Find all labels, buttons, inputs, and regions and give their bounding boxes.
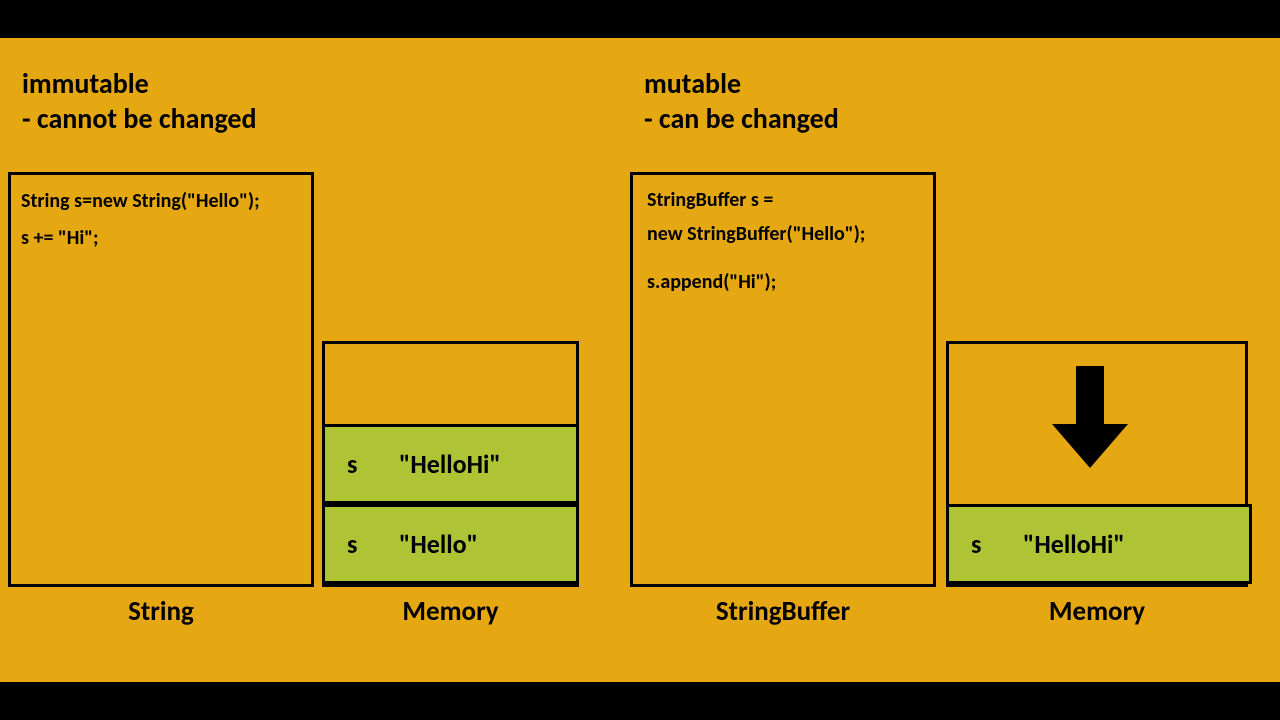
down-arrow-icon [1052,366,1128,468]
right-heading-line2: - can be changed [644,101,839,136]
right-code-box: StringBuffer s = new StringBuffer("Hello… [630,172,936,587]
right-code-line1: StringBuffer s = [647,183,919,217]
right-cell-val: "HelloHi" [1023,528,1125,560]
left-code-box: String s=new String("Hello"); s += "Hi"; [8,172,314,587]
left-cell2-var: s [347,528,371,560]
left-heading: immutable - cannot be changed [22,66,257,136]
right-code-line2: new StringBuffer("Hello"); [647,217,919,251]
right-memory-cell: s "HelloHi" [946,504,1252,584]
left-heading-line2: - cannot be changed [22,101,257,136]
right-cell-var: s [971,528,995,560]
diagram-canvas: immutable - cannot be changed String s=n… [0,38,1280,682]
right-code-line3: s.append("Hi"); [647,265,919,299]
left-heading-line1: immutable [22,66,257,101]
left-cell1-val: "HelloHi" [399,448,501,480]
left-memory-cell-2: s "Hello" [322,504,579,584]
right-heading-line1: mutable [644,66,839,101]
left-cell2-val: "Hello" [399,528,478,560]
right-heading: mutable - can be changed [644,66,839,136]
left-cell1-var: s [347,448,371,480]
left-memory-label: Memory [322,595,579,628]
right-box-label: StringBuffer [630,595,936,628]
left-code-line2: s += "Hi"; [21,220,301,257]
right-memory-label: Memory [946,595,1248,628]
code-spacer [647,251,919,265]
left-box-label: String [8,595,314,628]
left-memory-cell-1: s "HelloHi" [322,424,579,504]
left-code-line1: String s=new String("Hello"); [21,183,301,220]
